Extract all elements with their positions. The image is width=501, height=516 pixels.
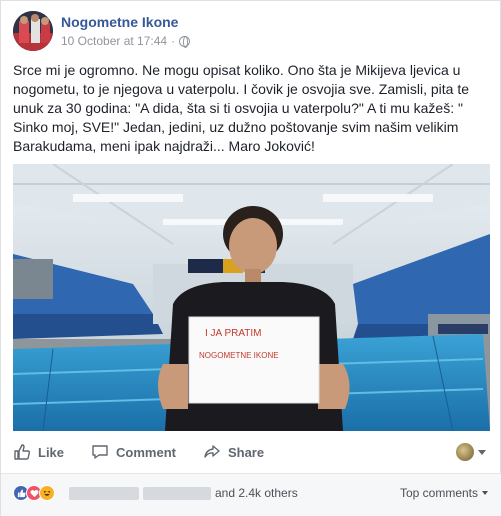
- like-label: Like: [38, 444, 65, 460]
- reactor-name-redacted: [143, 487, 211, 500]
- comment-sort-dropdown[interactable]: Top comments: [400, 486, 488, 500]
- haha-reaction-icon: [39, 485, 55, 501]
- comment-button[interactable]: Comment: [91, 443, 176, 461]
- chevron-down-icon: [482, 491, 488, 495]
- reactions-count-link[interactable]: and 2.4k others: [215, 486, 298, 500]
- reactor-name-redacted: [69, 487, 139, 500]
- post-meta: 10 October at 17:44 ·: [61, 34, 191, 48]
- like-button[interactable]: Like: [13, 443, 64, 461]
- comment-sort-label: Top comments: [399, 486, 478, 500]
- share-button[interactable]: Share: [203, 443, 264, 461]
- post-as-selector[interactable]: [456, 443, 486, 461]
- comment-icon: [92, 445, 108, 459]
- post-actions: Like Comment Share: [13, 437, 490, 467]
- sign-text-line-2: NOGOMETNE IKONE: [199, 351, 279, 360]
- share-label: Share: [227, 444, 265, 460]
- page-avatar[interactable]: [13, 11, 53, 51]
- comment-label: Comment: [116, 444, 176, 460]
- reactions-bar: and 2.4k others Top comments: [1, 473, 501, 516]
- post-text: Srce mi je ogromno. Ne mogu opisat kolik…: [13, 62, 470, 154]
- share-icon: [204, 445, 220, 458]
- thumbs-up-icon: [14, 444, 31, 460]
- meta-separator: ·: [171, 34, 176, 48]
- globe-icon[interactable]: [179, 35, 191, 48]
- page-name-link[interactable]: Nogometne Ikone: [61, 14, 178, 30]
- sign-text-line-1: I JA PRATIM: [205, 328, 262, 339]
- post-header: Nogometne Ikone 10 October at 17:44 ·: [13, 11, 483, 53]
- post-photo[interactable]: I JA PRATIM NOGOMETNE IKONE: [13, 164, 490, 431]
- reaction-icons[interactable]: [13, 485, 55, 501]
- chevron-down-icon: [478, 449, 486, 455]
- facebook-post-card: Nogometne Ikone 10 October at 17:44 · Sr…: [0, 0, 501, 516]
- post-timestamp[interactable]: 10 October at 17:44: [61, 34, 167, 48]
- viewer-avatar: [456, 443, 474, 461]
